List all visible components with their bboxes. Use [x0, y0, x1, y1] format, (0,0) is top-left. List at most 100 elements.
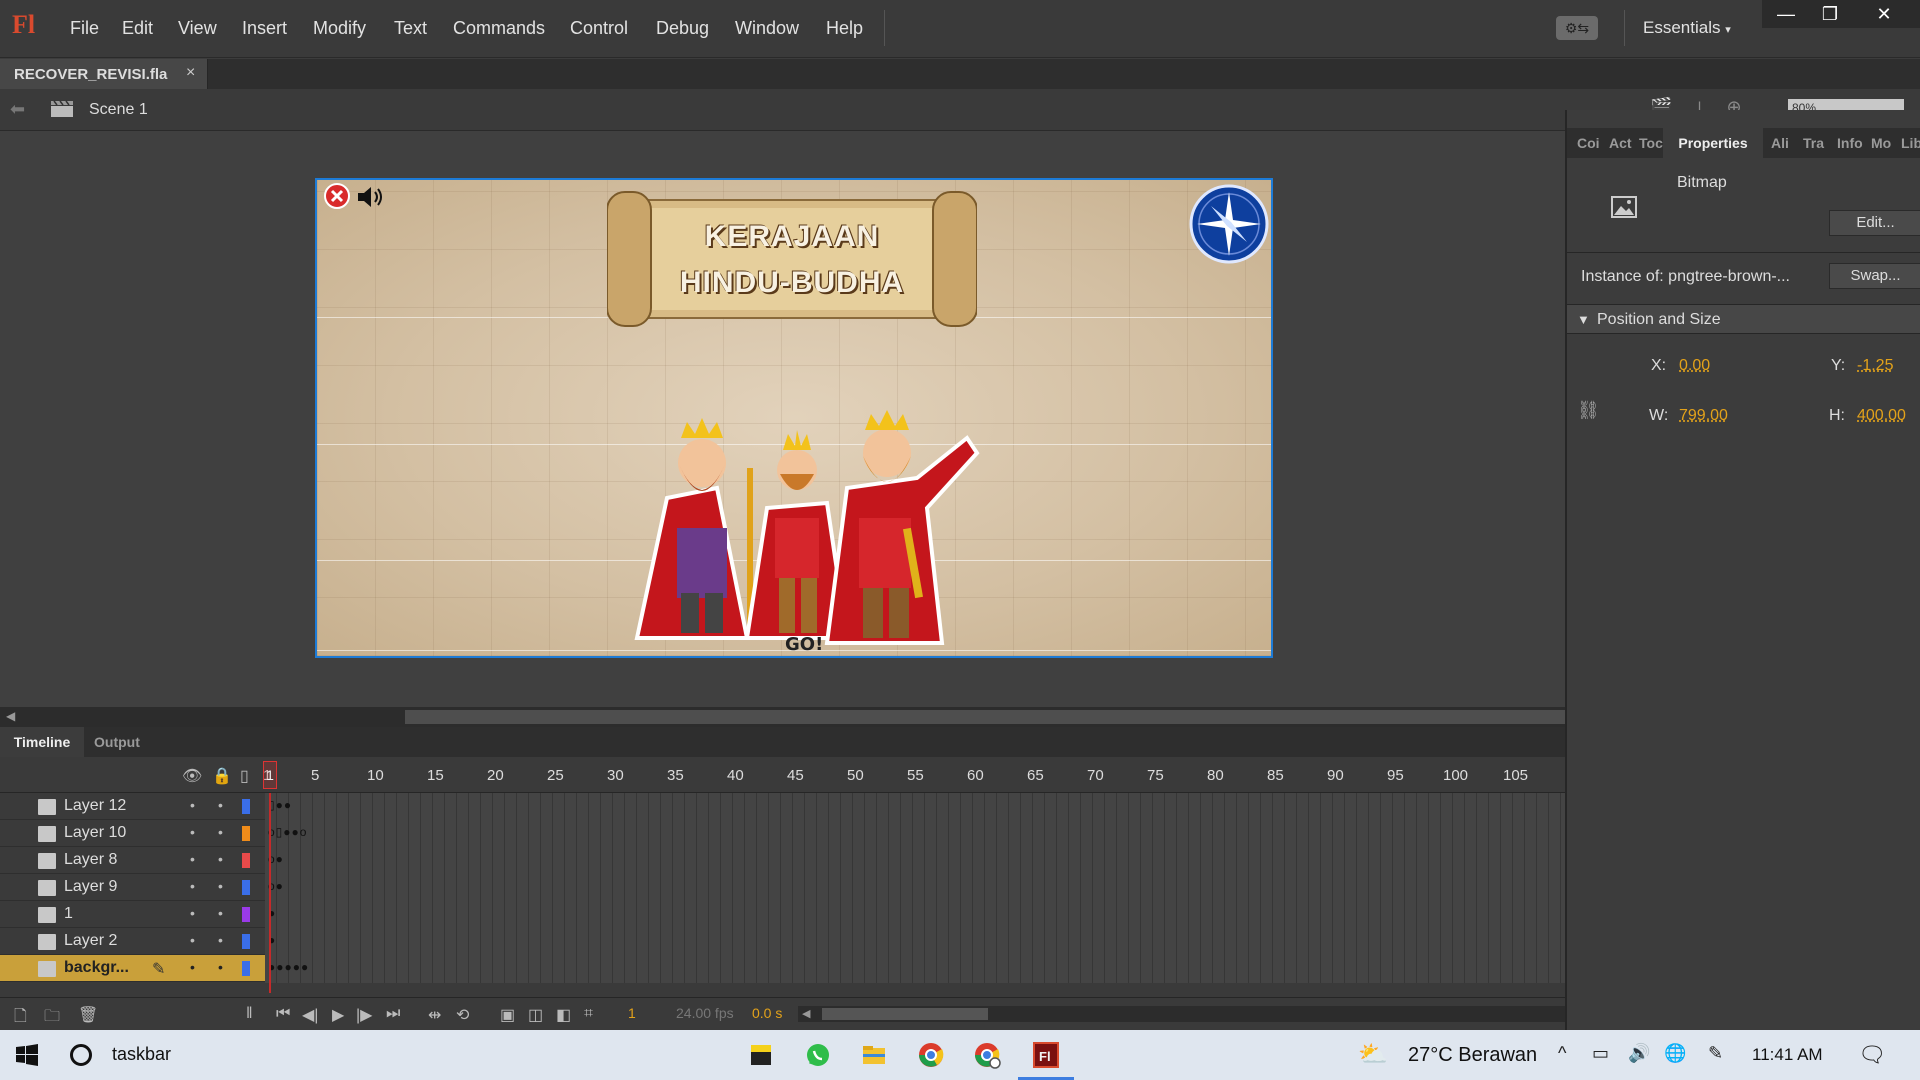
play-icon[interactable]: ▶ [332, 1005, 344, 1025]
tab-actions[interactable]: Act [1609, 135, 1632, 151]
loop-icon[interactable]: ⟲ [456, 1005, 469, 1025]
scrollbar-thumb[interactable] [822, 1008, 988, 1020]
keyframes[interactable]: ●●●●● [268, 960, 309, 974]
whatsapp-icon[interactable] [803, 1040, 833, 1070]
tab-info[interactable]: Info [1837, 135, 1863, 151]
workspace-switcher[interactable]: Essentials ▾ [1643, 18, 1731, 38]
eye-icon[interactable]: 👁 [182, 766, 202, 786]
layer-row[interactable]: Layer 2 • • ● [0, 928, 1565, 955]
layer-color-swatch[interactable] [242, 826, 250, 841]
edit-button[interactable]: Edit... [1829, 210, 1920, 236]
lock-dot[interactable]: • [218, 824, 223, 840]
sync-settings-icon[interactable]: ⚙⇆ [1556, 16, 1598, 40]
menu-help[interactable]: Help [826, 18, 863, 39]
outline-icon[interactable]: ▯ [240, 766, 249, 786]
lock-dot[interactable]: • [218, 905, 223, 921]
scroll-left-icon[interactable]: ◀ [6, 709, 15, 723]
visibility-dot[interactable]: • [190, 878, 195, 894]
layer-name[interactable]: backgr... [64, 959, 129, 977]
clock[interactable]: 11:41 AM [1752, 1045, 1823, 1065]
tab-library[interactable]: Lib [1901, 135, 1920, 151]
layer-name[interactable]: 1 [64, 905, 73, 923]
stage-horizontal-scrollbar[interactable]: ◀ [0, 707, 1565, 727]
onion-skin-icon[interactable]: ▣ [500, 1005, 515, 1025]
tab-timeline[interactable]: Timeline [0, 727, 84, 757]
layer-name-cell[interactable]: Layer 2 • • [0, 928, 265, 955]
swap-button[interactable]: Swap... [1829, 263, 1920, 289]
file-explorer-icon[interactable] [859, 1040, 889, 1070]
sticky-notes-icon[interactable] [746, 1040, 776, 1070]
new-folder-icon[interactable]: 🗀 [44, 1005, 60, 1032]
prev-frame-icon[interactable]: ◀| [302, 1005, 318, 1025]
layer-name-cell[interactable]: 1 • • [0, 901, 265, 928]
h-value[interactable]: 400.00 [1857, 407, 1906, 425]
chrome-icon[interactable] [916, 1040, 946, 1070]
menu-text[interactable]: Text [394, 18, 427, 39]
layer-name-cell[interactable]: Layer 8 • • [0, 847, 265, 874]
collapse-arrow-icon[interactable]: ▼ [1577, 312, 1590, 327]
scroll-left-icon[interactable]: ◀ [802, 1007, 810, 1020]
layer-name-cell[interactable]: Layer 12 • • [0, 793, 265, 820]
tab-transform[interactable]: Tra [1803, 135, 1824, 151]
visibility-dot[interactable]: • [190, 959, 195, 975]
layer-row[interactable]: Layer 9 • • o● [0, 874, 1565, 901]
layer-row[interactable]: Layer 12 • • ▯●● [0, 793, 1565, 820]
menu-debug[interactable]: Debug [656, 18, 709, 39]
menu-control[interactable]: Control [570, 18, 628, 39]
visibility-dot[interactable]: • [190, 905, 195, 921]
elapsed-time-field[interactable]: 0.0 s [752, 1005, 782, 1021]
modify-markers-icon[interactable]: ⌗ [584, 1005, 593, 1023]
scrollbar-thumb[interactable] [405, 710, 1565, 724]
layer-name-cell[interactable]: Layer 10 • • [0, 820, 265, 847]
layer-row[interactable]: Layer 8 • • o● [0, 847, 1565, 874]
windows-start-icon[interactable] [16, 1044, 38, 1066]
menu-modify[interactable]: Modify [313, 18, 366, 39]
layer-name[interactable]: Layer 2 [64, 932, 117, 950]
restore-button[interactable]: ❐ [1810, 2, 1850, 26]
scene-label[interactable]: Scene 1 [89, 101, 148, 119]
onion-outline-icon[interactable]: ◫ [528, 1005, 543, 1025]
layer-row[interactable]: Layer 10 • • o▯●●o [0, 820, 1565, 847]
playhead[interactable]: 1 [263, 761, 277, 789]
visibility-dot[interactable]: • [190, 851, 195, 867]
tab-align[interactable]: Ali [1771, 135, 1789, 151]
first-frame-icon[interactable]: ⏮ [276, 1005, 290, 1023]
lock-dot[interactable]: • [218, 797, 223, 813]
menu-file[interactable]: File [70, 18, 99, 39]
menu-window[interactable]: Window [735, 18, 799, 39]
x-value[interactable]: 0.00 [1679, 357, 1710, 375]
center-frame-icon[interactable]: ⇹ [428, 1005, 441, 1025]
flash-app-icon[interactable]: Fl [1031, 1040, 1061, 1070]
layer-name[interactable]: Layer 9 [64, 878, 117, 896]
notification-icon[interactable]: 🗨 [1858, 1042, 1886, 1068]
volume-icon[interactable]: 🔊 [1628, 1043, 1650, 1064]
position-size-section-header[interactable]: ▼ Position and Size [1567, 304, 1920, 334]
last-frame-icon[interactable]: ⏭ [386, 1005, 400, 1023]
tab-tools[interactable]: Toc [1639, 135, 1663, 151]
minimize-button[interactable]: — [1766, 2, 1806, 26]
menu-edit[interactable]: Edit [122, 18, 153, 39]
new-layer-icon[interactable]: 🗋 [14, 1005, 27, 1032]
keyframes[interactable]: o▯●●o [268, 825, 307, 839]
weather-text[interactable]: 27°C Berawan [1408, 1044, 1537, 1067]
layer-color-swatch[interactable] [242, 934, 250, 949]
visibility-dot[interactable]: • [190, 797, 195, 813]
visibility-dot[interactable]: • [190, 824, 195, 840]
layer-color-swatch[interactable] [242, 961, 250, 976]
layer-row[interactable]: 1 • • ● [0, 901, 1565, 928]
keyframes[interactable]: ▯●● [268, 798, 292, 812]
lock-dot[interactable]: • [218, 851, 223, 867]
compass-icon[interactable] [1189, 184, 1269, 264]
menu-commands[interactable]: Commands [453, 18, 545, 39]
back-arrow-icon[interactable]: ⬅ [10, 99, 25, 120]
layer-color-swatch[interactable] [242, 907, 250, 922]
stage-canvas[interactable]: KERAJAAN HINDU-BUDHA GO! [315, 178, 1273, 658]
lock-dot[interactable]: • [218, 959, 223, 975]
layer-color-swatch[interactable] [242, 853, 250, 868]
layer-name-cell[interactable]: Layer 9 • • [0, 874, 265, 901]
current-frame-field[interactable]: 1 [628, 1005, 636, 1021]
visibility-dot[interactable]: • [190, 932, 195, 948]
tab-output[interactable]: Output [94, 734, 140, 750]
w-value[interactable]: 799.00 [1679, 407, 1728, 425]
link-icon[interactable]: ⛓ [1577, 400, 1600, 421]
